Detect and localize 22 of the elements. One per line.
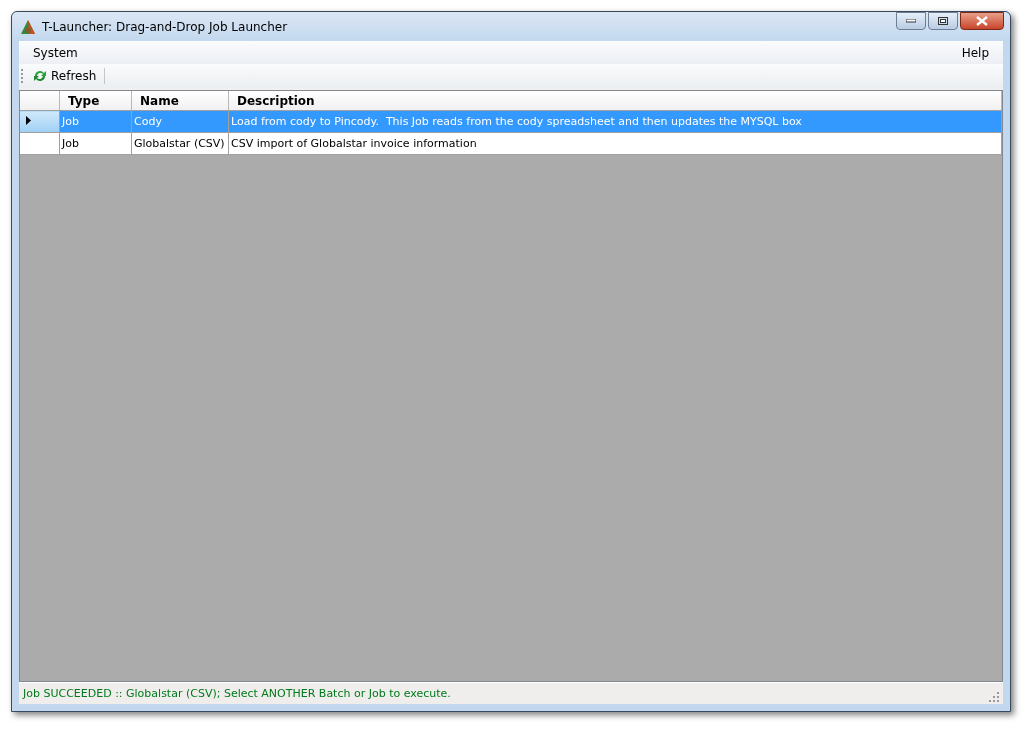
resize-grip-icon[interactable] [989,692,999,702]
row-header-corner [20,91,60,111]
menu-item[interactable]: Help [953,43,997,62]
table-cell: CSV import of Globalstar invoice information [228,132,1002,155]
app-icon [20,18,36,35]
column-header[interactable]: Type [59,91,132,111]
maximize-icon [938,17,948,25]
column-header[interactable]: Description [228,91,1002,111]
current-row-icon [26,116,31,125]
row-header[interactable] [20,110,60,133]
status-text: Job SUCCEEDED :: Globalstar (CSV); Select ANOTHER Batch or Job to execute. [23,687,451,700]
maximize-button[interactable] [928,12,958,30]
menu-item[interactable]: System [25,43,86,62]
minimize-icon [906,19,916,23]
table-cell: Load from cody to Pincody. This Job reads from the cody spreadsheet and then updates the MYSQL box [228,110,1002,133]
close-icon [976,16,988,26]
toolbar-grip[interactable] [21,68,24,84]
column-header[interactable]: Name [131,91,229,111]
window-title: T-Launcher: Drag-and-Drop Job Launcher [42,19,289,34]
refresh-button[interactable]: Refresh [30,65,99,87]
refresh-icon [32,68,48,84]
close-button[interactable] [960,12,1004,30]
